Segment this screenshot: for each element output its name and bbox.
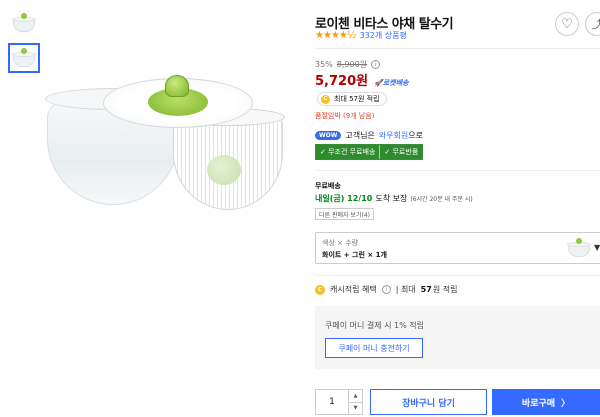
divider [315, 170, 600, 171]
chevron-down-icon[interactable]: ▼ [594, 243, 600, 252]
quantity-stepper[interactable]: 1 ▲ ▼ [315, 389, 363, 415]
quantity-value[interactable]: 1 [316, 390, 348, 414]
rocket-delivery-badge: 🚀로켓배송 [374, 79, 409, 87]
delivery-date: 내일(금) 12/10 [315, 194, 373, 203]
cash-max-suffix: 원 적립 [432, 285, 458, 294]
reward-badge: C 최대 57원 적립 [317, 92, 387, 106]
wow-member-link[interactable]: 와우회원 [379, 131, 408, 140]
lid-knob [165, 75, 189, 97]
thumbnail-full-set[interactable] [8, 43, 40, 73]
coin-icon: C [321, 94, 330, 104]
info-icon[interactable]: i [371, 60, 381, 69]
coupay-charge-button[interactable]: 쿠페이 머니 충전하기 [325, 338, 423, 358]
review-count-link[interactable]: 332개 상품평 [360, 30, 407, 41]
chevron-right-icon: 〉 [561, 398, 571, 409]
salad-spinner-thumbnail [11, 12, 37, 34]
add-to-cart-button[interactable]: 장바구니 담기 [370, 389, 487, 415]
rating-row: ★★★★½ 332개 상품평 [315, 30, 407, 41]
delivery-guarantee: 도착 보장 [375, 194, 408, 203]
discount-rate: 35% [315, 60, 333, 69]
wow-benefits: ✓ 무조건 무료배송 ✓ 무료반품 [315, 144, 424, 160]
info-icon[interactable]: i [381, 285, 391, 294]
other-sellers-button[interactable]: 다른 판매자 보기(4) [315, 208, 374, 220]
buy-now-button[interactable]: 바로구매 〉 [492, 389, 600, 415]
thumbnail-list [8, 8, 40, 78]
divider [315, 48, 600, 49]
delivery-date-row: 내일(금) 12/10 도착 보장 (6시간 20분 내 주문 시) [315, 193, 473, 204]
option-thumbnail [566, 237, 591, 259]
divider [315, 275, 600, 276]
star-rating: ★★★★½ [315, 30, 357, 41]
option-label: 색상 × 수량 [322, 239, 359, 247]
wow-suffix: 으로 [408, 131, 423, 140]
wow-prefix: 고객님은 [345, 131, 375, 140]
order-deadline-note: (6시간 20분 내 주문 시) [410, 196, 473, 203]
buy-now-label: 바로구매 [521, 398, 556, 409]
quantity-up-icon[interactable]: ▲ [349, 390, 362, 402]
free-return-benefit: ✓ 무료반품 [379, 145, 423, 159]
price-row: 5,720원 🚀로켓배송 [315, 70, 409, 89]
quantity-arrows: ▲ ▼ [348, 390, 362, 414]
thumbnail-lid[interactable] [8, 8, 40, 38]
reward-text: 최대 57원 적립 [334, 95, 380, 103]
cash-coin-icon: C [315, 284, 325, 295]
cash-max-prefix: | 최대 [395, 285, 416, 294]
option-value: 화이트 + 그린 × 1개 [322, 251, 387, 259]
wow-member-row: WOW 고객님은 와우회원으로 [315, 130, 423, 141]
shipping-label: 무료배송 [315, 182, 341, 190]
stock-warning: 품절임박 (9개 남음) [315, 112, 375, 120]
sale-price: 5,720원 [315, 74, 369, 89]
heart-icon[interactable]: ♡ [555, 12, 579, 36]
cash-label: 캐시적립 혜택 [330, 285, 377, 294]
product-main-image [45, 60, 285, 210]
cash-amount: 57 [420, 285, 432, 294]
coupay-box: 쿠페이 머니 결제 시 1% 적립 쿠페이 머니 충전하기 [315, 306, 600, 369]
basket-center-hub [207, 155, 241, 185]
cash-reward-row: C 캐시적립 혜택 i | 최대 57 원 적립 [315, 284, 457, 295]
quantity-down-icon[interactable]: ▼ [349, 401, 362, 415]
wow-badge: WOW [315, 131, 342, 140]
coupay-text: 쿠페이 머니 결제 시 1% 적립 [325, 321, 425, 330]
option-selector[interactable]: 색상 × 수량 화이트 + 그린 × 1개 ▼ [315, 232, 600, 264]
salad-spinner-set-thumbnail [11, 47, 37, 69]
discount-row: 35% 8,900원 i [315, 59, 381, 70]
free-shipping-benefit: ✓ 무조건 무료배송 [316, 145, 380, 159]
share-icon[interactable]: ⤴ [585, 12, 600, 36]
original-price: 8,900원 [336, 60, 368, 69]
